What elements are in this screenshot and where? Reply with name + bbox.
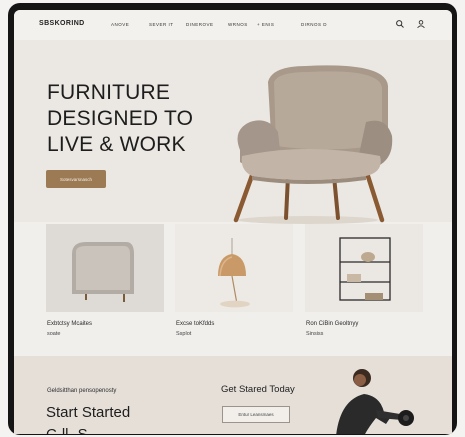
top-navigation: SBSKORIND ANOVE SEVER IT DINEROVE WRNOS …	[14, 10, 452, 40]
shelving-unit-image	[305, 224, 423, 312]
product-subtitle-3: Sinsiss	[306, 331, 324, 337]
nav-link-4[interactable]: WRNOS	[228, 22, 248, 27]
product-name-3[interactable]: Ron CiBin Geoltnyy	[306, 321, 358, 327]
brand-logo[interactable]: SBSKORIND	[39, 20, 85, 27]
section-eyebrow: Geldsitthan pensopenosty	[47, 388, 117, 394]
nav-link-2[interactable]: SEVER IT	[149, 22, 174, 27]
hero-cta-button[interactable]: Sotesvarsnasch	[46, 170, 106, 188]
headline-line-2: DESIGNED TO	[47, 107, 194, 130]
signup-title: Get Stared Today	[221, 384, 295, 395]
armchair-image	[233, 65, 393, 224]
search-icon[interactable]	[395, 19, 405, 29]
nav-link-6[interactable]: DIRNOS D	[301, 22, 327, 27]
product-card-1[interactable]	[46, 224, 164, 312]
website-screen: SBSKORIND ANOVE SEVER IT DINEROVE WRNOS …	[14, 10, 452, 434]
signup-section: Geldsitthan pensopenosty Start Started C…	[14, 356, 452, 434]
product-subtitle-1: soate	[47, 331, 61, 337]
pendant-lamp-image	[175, 224, 293, 312]
product-subtitle-2: Ssplot	[176, 331, 192, 337]
email-input[interactable]: Entur Leansmaes	[222, 406, 290, 423]
section-heading: Start Started	[46, 404, 131, 421]
hero-headline: FURNITURE DESIGNED TO LIVE & WORK	[47, 80, 193, 158]
product-card-2[interactable]	[175, 224, 293, 312]
nav-link-1[interactable]: ANOVE	[111, 22, 129, 27]
person-exercising-image	[336, 369, 414, 434]
nav-link-5[interactable]: + ENIS	[257, 22, 274, 27]
headline-line-3: LIVE & WORK	[47, 133, 186, 156]
section-heading-cutoff: C-ll- S	[46, 426, 88, 434]
hero-section: FURNITURE DESIGNED TO LIVE & WORK Sotesv…	[14, 40, 452, 224]
nav-link-3[interactable]: DINEROVE	[186, 22, 214, 27]
headline-line-1: FURNITURE	[47, 81, 171, 104]
user-icon[interactable]	[416, 19, 426, 29]
side-table-image	[46, 224, 164, 312]
product-name-2[interactable]: Excse toKfdds	[176, 321, 214, 327]
product-name-1[interactable]: Exbtctsy Mcaites	[47, 321, 92, 327]
product-card-3[interactable]	[305, 224, 423, 312]
